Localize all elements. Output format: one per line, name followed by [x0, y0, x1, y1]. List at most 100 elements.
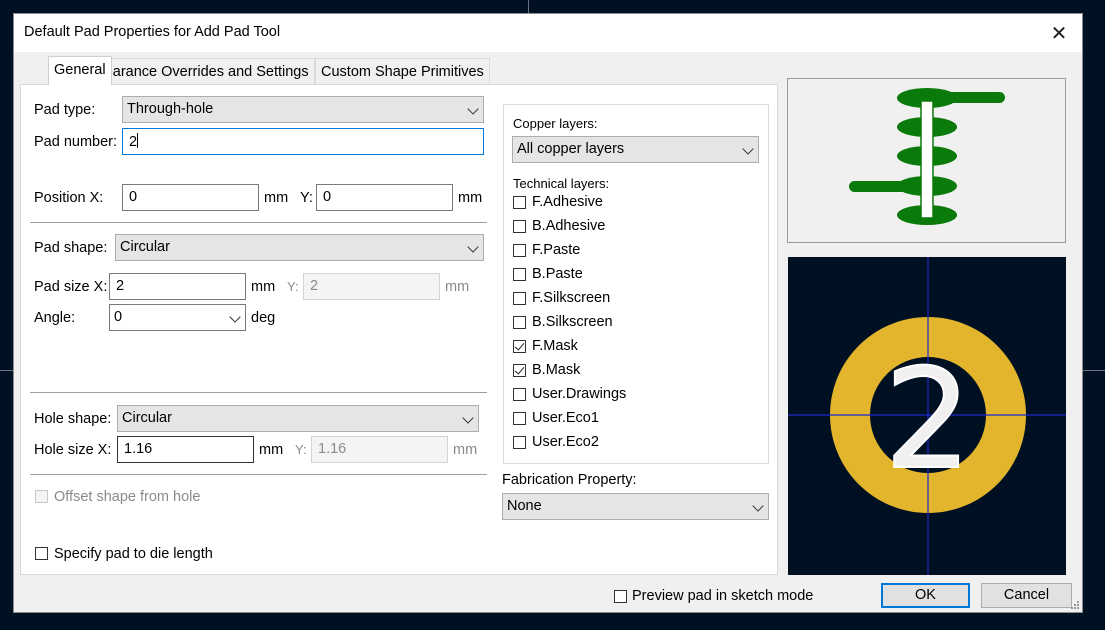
pad-type-label: Pad type:: [34, 102, 96, 118]
pad-number-glyph: 2: [884, 339, 972, 500]
drill-barrel: [920, 100, 934, 219]
layer-checkbox[interactable]: [513, 268, 526, 281]
layer-checkbox[interactable]: [513, 436, 526, 449]
layer-checkbox[interactable]: [513, 220, 526, 233]
technical-layers-label: Technical layers:: [513, 176, 610, 191]
hole-size-y-input[interactable]: 1.16: [311, 436, 448, 463]
offset-shape-checkbox[interactable]: [35, 490, 48, 503]
tab-clearance-overrides[interactable]: Clearance Overrides and Settings: [85, 58, 315, 85]
text-cursor: [137, 133, 139, 148]
layer-checkbox[interactable]: [513, 316, 526, 329]
pad-size-y-unit: mm: [445, 279, 470, 295]
angle-label: Angle:: [34, 310, 76, 326]
die-length-checkbox[interactable]: [35, 547, 48, 560]
general-tab-panel: Pad type: Through-hole Pad number: 2 Pos…: [20, 84, 778, 575]
position-x-label: Position X:: [34, 190, 104, 206]
layer-label: B.Paste: [532, 266, 583, 282]
canvas-gridline: [0, 370, 13, 371]
hole-size-y-unit: mm: [453, 442, 478, 458]
pad-shape-label: Pad shape:: [34, 240, 108, 256]
chevron-down-icon: [742, 143, 754, 155]
pad-number-label: Pad number:: [34, 134, 118, 150]
resize-grip-icon[interactable]: [1070, 600, 1080, 610]
layer-checkbox[interactable]: [513, 196, 526, 209]
cancel-button[interactable]: Cancel: [981, 583, 1072, 608]
layer-label: User.Eco2: [532, 434, 599, 450]
trace-inner: [849, 181, 927, 192]
dialog-titlebar: Default Pad Properties for Add Pad Tool …: [14, 14, 1082, 52]
chevron-down-icon: [229, 311, 241, 323]
section-divider: [30, 392, 487, 393]
layer-label: User.Eco1: [532, 410, 599, 426]
dialog-title: Default Pad Properties for Add Pad Tool: [24, 24, 281, 40]
ok-button[interactable]: OK: [881, 583, 970, 608]
pad-shape-value: Circular: [120, 239, 170, 255]
copper-layers-value: All copper layers: [517, 141, 625, 157]
chevron-down-icon: [752, 500, 764, 512]
pad-shape-select[interactable]: Circular: [115, 234, 484, 261]
layers-group: Copper layers: All copper layers Technic…: [503, 104, 769, 464]
canvas-gridline: [1083, 370, 1105, 371]
pad-number-input[interactable]: 2: [122, 128, 484, 155]
layer-label: B.Mask: [532, 362, 581, 378]
fabrication-property-label: Fabrication Property:: [502, 472, 637, 488]
copper-layers-label: Copper layers:: [513, 116, 598, 131]
angle-combo[interactable]: 0: [109, 304, 246, 331]
die-length-label: Specify pad to die length: [54, 546, 213, 562]
angle-unit: deg: [251, 310, 276, 326]
pad-size-x-label: Pad size X:: [34, 279, 108, 295]
pad-size-y-label: Y:: [287, 279, 299, 294]
layer-label: F.Mask: [532, 338, 578, 354]
pad-type-select[interactable]: Through-hole: [122, 96, 484, 123]
hole-size-y-label: Y:: [295, 442, 307, 457]
pad-size-y-input[interactable]: 2: [303, 273, 440, 300]
section-divider: [30, 474, 487, 475]
chevron-down-icon: [467, 103, 479, 115]
hole-shape-value: Circular: [122, 410, 172, 426]
checkmark-icon: [514, 364, 525, 375]
layer-label: B.Adhesive: [532, 218, 606, 234]
layer-checkbox[interactable]: [513, 244, 526, 257]
canvas-gridline: [528, 0, 529, 13]
pad-properties-dialog: Default Pad Properties for Add Pad Tool …: [13, 13, 1083, 613]
layer-checkbox[interactable]: [513, 412, 526, 425]
pad-render-canvas: 2: [788, 257, 1066, 575]
pad-render-preview: 2: [788, 257, 1066, 575]
pad-number-value: 2: [129, 134, 138, 150]
layer-label: F.Adhesive: [532, 194, 603, 210]
layer-checkbox[interactable]: [513, 340, 526, 353]
fabrication-property-value: None: [507, 498, 542, 514]
sketch-mode-label: Preview pad in sketch mode: [632, 588, 814, 604]
layer-label: F.Paste: [532, 242, 581, 258]
position-y-label: Y:: [300, 190, 313, 206]
fabrication-property-select[interactable]: None: [502, 493, 769, 520]
pad-size-x-unit: mm: [251, 279, 276, 295]
hole-size-x-label: Hole size X:: [34, 442, 112, 458]
padstack-preview: [787, 78, 1066, 243]
pad-size-x-input[interactable]: 2: [109, 273, 246, 300]
hole-shape-select[interactable]: Circular: [117, 405, 479, 432]
layer-label: F.Silkscreen: [532, 290, 611, 306]
layer-checkbox[interactable]: [513, 388, 526, 401]
position-x-input[interactable]: 0: [122, 184, 259, 211]
checkmark-icon: [514, 340, 525, 351]
angle-value: 0: [114, 309, 123, 325]
section-divider: [30, 222, 487, 223]
padstack-diagram: [849, 88, 1005, 225]
layer-label: B.Silkscreen: [532, 314, 613, 330]
layer-checkbox[interactable]: [513, 292, 526, 305]
tab-general[interactable]: General: [48, 56, 112, 85]
position-y-input[interactable]: 0: [316, 184, 453, 211]
close-icon[interactable]: ✕: [1044, 18, 1074, 48]
trace-top: [927, 92, 1005, 103]
copper-layers-select[interactable]: All copper layers: [512, 136, 759, 163]
offset-shape-label: Offset shape from hole: [54, 489, 201, 505]
sketch-mode-checkbox[interactable]: [614, 590, 627, 603]
layer-label: User.Drawings: [532, 386, 627, 402]
position-y-unit: mm: [458, 190, 483, 206]
hole-size-x-input[interactable]: 1.16: [117, 436, 254, 463]
chevron-down-icon: [462, 412, 474, 424]
pad-type-value: Through-hole: [127, 101, 214, 117]
layer-checkbox[interactable]: [513, 364, 526, 377]
tab-custom-shape-primitives[interactable]: Custom Shape Primitives: [315, 58, 490, 85]
